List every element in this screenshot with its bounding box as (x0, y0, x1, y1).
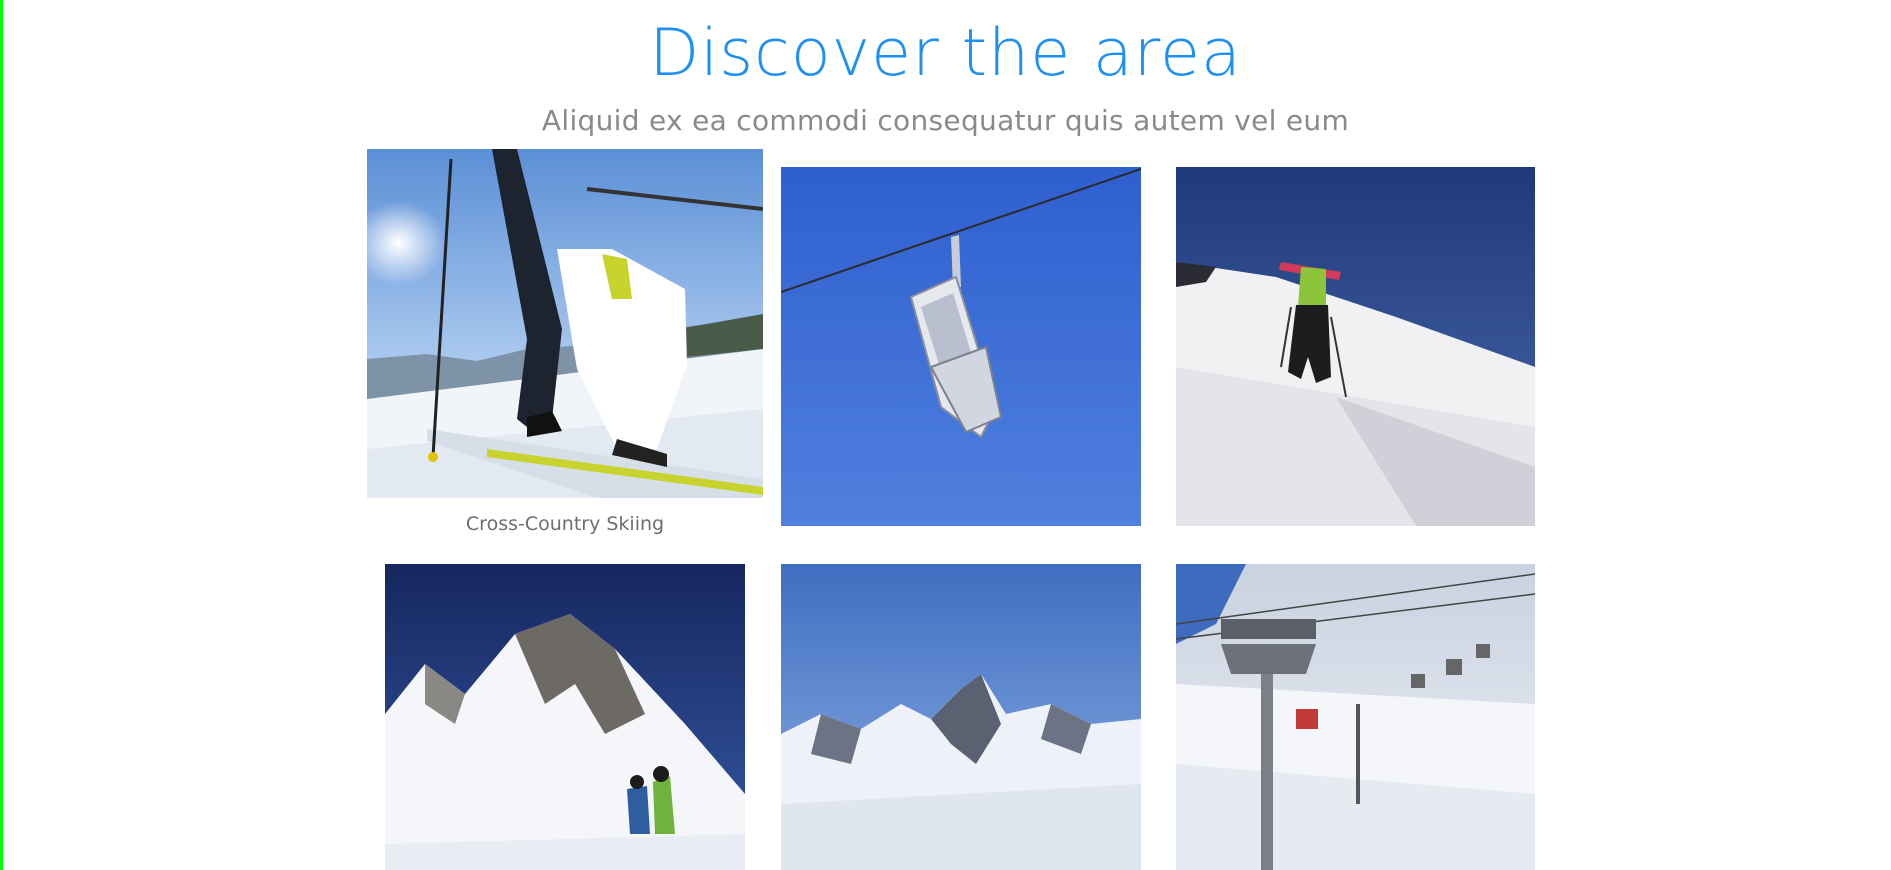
cross-country-skiing-photo (367, 149, 763, 498)
ski-lift-line-photo (1176, 564, 1535, 870)
chairlift-photo (781, 167, 1141, 526)
gallery-item-snowy-peak[interactable] (385, 564, 745, 870)
ski-hiker-photo (1176, 167, 1535, 526)
section-subtitle: Aliquid ex ea commodi consequatur quis a… (541, 104, 1350, 137)
snowy-peak-skiers-photo (385, 564, 745, 870)
gallery-item-cross-country-skiing[interactable] (367, 149, 763, 498)
gallery-item-caption: Cross-Country Skiing (465, 513, 665, 535)
gallery-item-ski-lift[interactable] (1176, 564, 1535, 870)
mountain-range-photo (781, 564, 1141, 870)
section-title: Discover the area (649, 16, 1242, 91)
gallery-item-mountain-range[interactable] (781, 564, 1141, 870)
gallery-item-chairlift[interactable] (781, 167, 1141, 526)
gallery-item-ski-hiker[interactable] (1176, 167, 1535, 526)
